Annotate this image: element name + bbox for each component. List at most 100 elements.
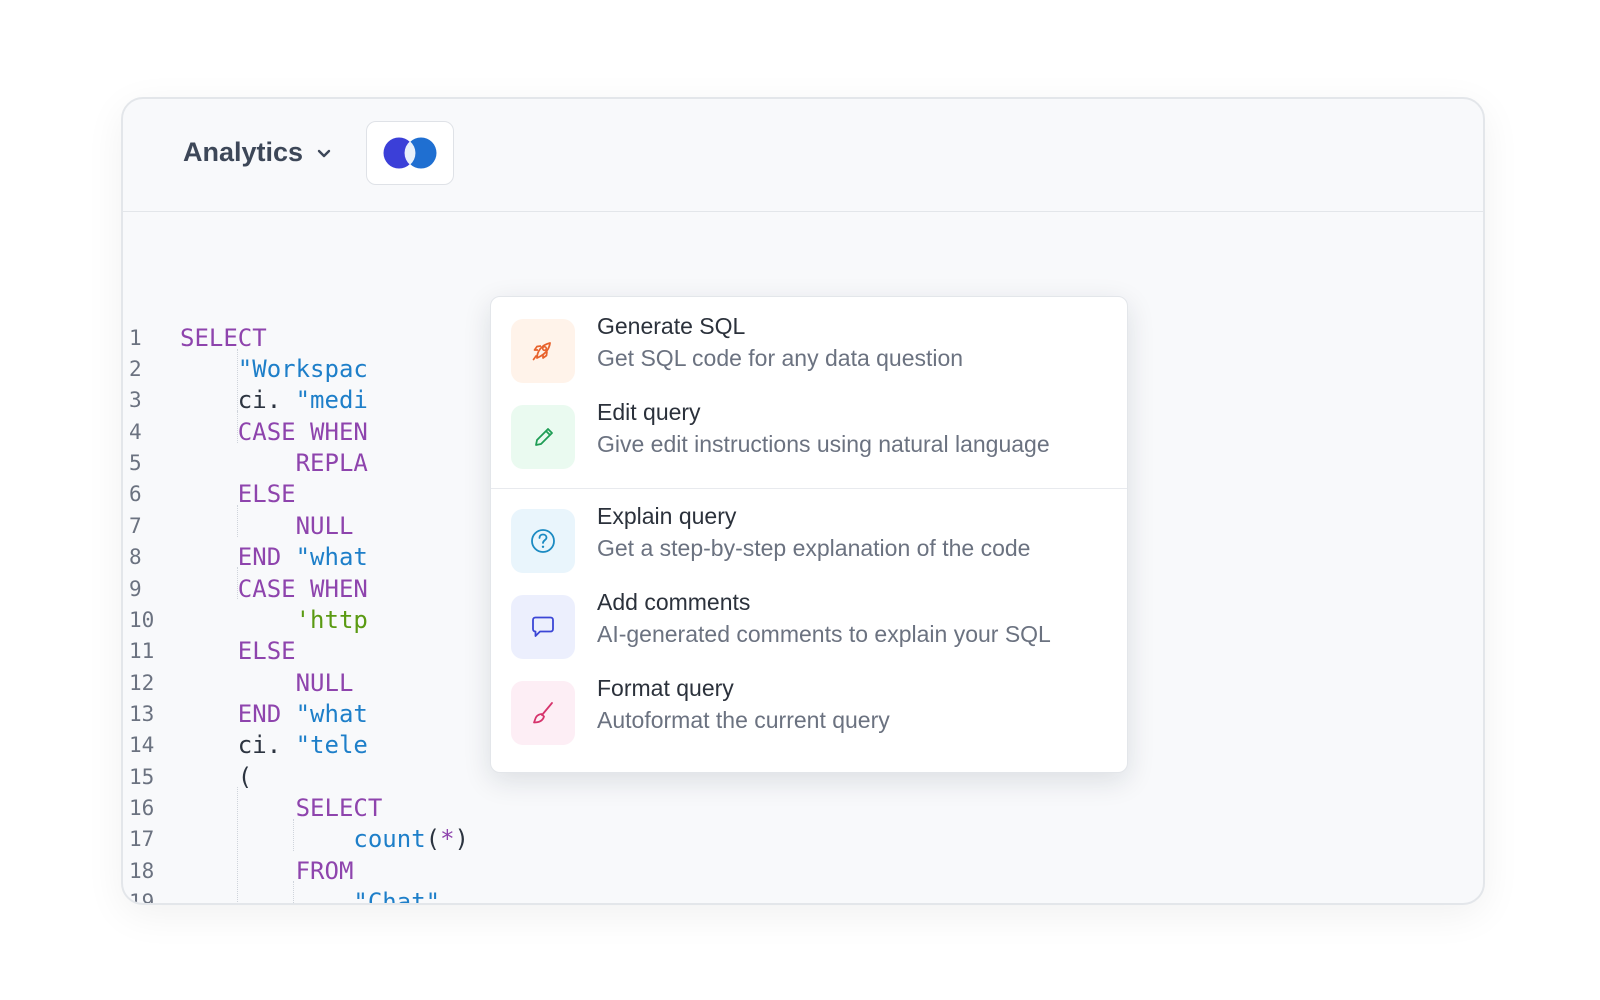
editor-toolbar: Analytics bbox=[123, 99, 1483, 212]
code-token: NULL bbox=[295, 512, 354, 540]
code-token: "what bbox=[295, 700, 368, 728]
database-label: Analytics bbox=[183, 137, 304, 167]
line-number: 13 bbox=[129, 702, 155, 726]
menu-item-description: AI-generated comments to explain your SQ… bbox=[597, 621, 1051, 647]
code-text: SELECT bbox=[180, 792, 383, 824]
ai-assistant-button[interactable] bbox=[366, 121, 454, 185]
line-number: 15 bbox=[129, 765, 155, 789]
line-number: 6 bbox=[129, 482, 142, 506]
code-token: REPLA bbox=[295, 449, 368, 477]
menu-item-add-comments[interactable]: Add comments AI-generated comments to exp… bbox=[491, 575, 1127, 661]
question-icon bbox=[511, 509, 575, 573]
ai-logo-icon bbox=[383, 137, 437, 169]
line-number: 19 bbox=[129, 890, 155, 905]
code-text: NULL bbox=[180, 667, 354, 699]
menu-item-description: Get SQL code for any data question bbox=[597, 345, 964, 371]
code-token: SELECT bbox=[180, 324, 267, 352]
line-number: 18 bbox=[129, 859, 155, 883]
code-text: REPLA bbox=[180, 447, 368, 479]
code-token: FROM bbox=[295, 857, 354, 885]
code-token: "medi bbox=[295, 386, 368, 414]
code-token: SELECT bbox=[295, 794, 383, 822]
line-number: 17 bbox=[129, 827, 155, 851]
brush-icon bbox=[511, 681, 575, 745]
menu-item-explain-query[interactable]: Explain query Get a step-by-step explanat… bbox=[491, 489, 1127, 575]
code-token: "Chat" bbox=[353, 888, 441, 905]
rocket-icon bbox=[511, 319, 575, 383]
code-token: NULL bbox=[295, 669, 354, 697]
code-text: CASE WHEN bbox=[180, 573, 368, 605]
code-text: NULL bbox=[180, 510, 354, 542]
code-token: "Workspac bbox=[237, 355, 368, 383]
code-token: ELSE bbox=[237, 480, 296, 508]
line-number: 9 bbox=[129, 577, 142, 601]
menu-item-edit-query[interactable]: Edit query Give edit instructions using n… bbox=[491, 385, 1127, 471]
code-text: "Chat" bbox=[180, 886, 441, 905]
code-text: ci. "medi bbox=[180, 384, 368, 416]
menu-item-format-query[interactable]: Format query Autoformat the current query bbox=[491, 661, 1127, 747]
code-token: END bbox=[237, 543, 282, 571]
menu-item-title: Explain query bbox=[597, 503, 737, 529]
query-editor-window: Analytics 1 SELECT 2 "Workspac 3 ci. "medi 4… bbox=[121, 97, 1485, 905]
code-token: CASE WHEN bbox=[237, 575, 368, 603]
line-number: 11 bbox=[129, 639, 155, 663]
chevron-down-icon bbox=[317, 149, 331, 157]
code-token: ( bbox=[180, 763, 253, 791]
code-token: CASE WHEN bbox=[237, 418, 368, 446]
code-token: END bbox=[237, 700, 282, 728]
line-number: 16 bbox=[129, 796, 155, 820]
pencil-icon bbox=[511, 405, 575, 469]
code-text: END "what bbox=[180, 698, 368, 730]
line-number: 1 bbox=[129, 326, 142, 350]
line-number: 10 bbox=[129, 608, 155, 632]
code-token: ci. bbox=[180, 731, 296, 759]
code-token: "tele bbox=[295, 731, 368, 759]
line-number: 4 bbox=[129, 420, 142, 444]
menu-item-description: Give edit instructions using natural lan… bbox=[597, 431, 1050, 457]
code-token: "what bbox=[295, 543, 368, 571]
code-token: ci. bbox=[180, 386, 296, 414]
line-number: 5 bbox=[129, 451, 142, 475]
menu-item-generate-sql[interactable]: Generate SQL Get SQL code for any data qu… bbox=[491, 299, 1127, 385]
code-text: ci. "tele bbox=[180, 729, 368, 761]
ai-actions-menu: Generate SQL Get SQL code for any data qu… bbox=[490, 296, 1128, 773]
line-number: 8 bbox=[129, 545, 142, 569]
code-token: 'http bbox=[295, 606, 368, 634]
comment-icon bbox=[511, 595, 575, 659]
menu-item-description: Autoformat the current query bbox=[597, 707, 890, 733]
code-text: END "what bbox=[180, 541, 368, 573]
menu-item-title: Generate SQL bbox=[597, 313, 746, 339]
code-token: ( bbox=[425, 825, 441, 853]
menu-item-title: Edit query bbox=[597, 399, 701, 425]
database-selector[interactable]: Analytics bbox=[183, 137, 333, 168]
code-text: ELSE bbox=[180, 635, 296, 667]
code-token: ) bbox=[454, 825, 469, 853]
line-number: 7 bbox=[129, 514, 142, 538]
code-text: SELECT bbox=[180, 322, 267, 354]
line-number: 2 bbox=[129, 357, 142, 381]
code-token: * bbox=[440, 825, 455, 853]
code-text: count(*) bbox=[180, 823, 469, 855]
line-number: 3 bbox=[129, 388, 142, 412]
code-text: "Workspac bbox=[180, 353, 368, 385]
menu-item-title: Format query bbox=[597, 675, 734, 701]
code-text: ELSE bbox=[180, 478, 296, 510]
code-token: ELSE bbox=[237, 637, 296, 665]
code-text: ( bbox=[180, 761, 252, 793]
